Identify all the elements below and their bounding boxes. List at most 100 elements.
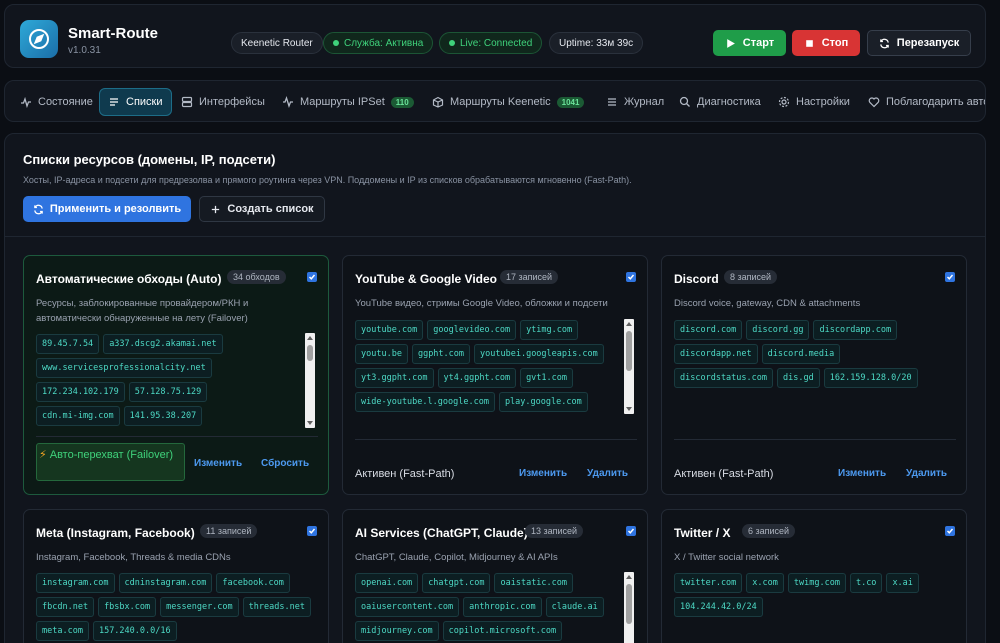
edit-link[interactable]: Изменить — [519, 468, 567, 479]
count-badge: 11 записей — [200, 524, 258, 538]
refresh-icon — [879, 38, 889, 48]
list-entry-chip: a337.dscg2.akamai.net — [103, 334, 223, 354]
chip-list: openai.com chatgpt.com oaistatic.com oai… — [355, 573, 617, 641]
list-card-youtube: YouTube & Google Video 17 записей YouTub… — [342, 255, 648, 495]
list-entry-chip: discord.gg — [746, 320, 810, 340]
stop-button[interactable]: Стоп — [792, 30, 860, 56]
card-title: Discord — [674, 272, 719, 286]
card-title: Twitter / X — [674, 526, 731, 540]
count-badge: 34 обходов — [227, 270, 286, 284]
list-entry-chip: discord.com — [674, 320, 743, 340]
list-entry-chip: gvt1.com — [520, 368, 574, 388]
enable-checkbox[interactable] — [307, 526, 317, 536]
card-title: Meta (Instagram, Facebook) — [36, 526, 195, 540]
scroll-down-arrow[interactable] — [307, 421, 313, 425]
scroll-up-arrow[interactable] — [626, 322, 632, 326]
tab-thanks-author[interactable]: Поблагодарить автор — [863, 88, 985, 116]
check-icon — [308, 274, 316, 280]
start-button[interactable]: Старт — [713, 30, 786, 56]
list-entry-chip: facebook.com — [216, 573, 290, 593]
list-entry-chip: meta.com — [36, 621, 89, 641]
list-entry-chip: oaistatic.com — [494, 573, 574, 593]
list-entry-chip: chatgpt.com — [422, 573, 491, 593]
section-description: Хосты, IP-адреса и подсети для предрезол… — [23, 175, 632, 185]
activity-icon — [21, 96, 31, 108]
list-entry-chip: twitter.com — [674, 573, 743, 593]
status-dot — [333, 40, 339, 46]
enable-checkbox[interactable] — [626, 272, 636, 282]
create-list-button[interactable]: Создать список — [199, 196, 325, 222]
scroll-thumb[interactable] — [626, 584, 632, 624]
enable-checkbox[interactable] — [626, 526, 636, 536]
enable-checkbox[interactable] — [307, 272, 317, 282]
plus-icon — [212, 205, 220, 213]
list-entry-chip: googlevideo.com — [427, 320, 517, 340]
tab-ipset-routes[interactable]: Маршруты IPSet 110 — [277, 88, 419, 116]
status-dot — [449, 40, 455, 46]
list-entry-chip: wide-youtube.l.google.com — [355, 392, 495, 412]
restart-button[interactable]: Перезапуск — [867, 30, 971, 56]
uptime-badge: Uptime: 33м 39с — [549, 32, 644, 54]
chip-list-scrollbar[interactable] — [305, 333, 315, 428]
create-label: Создать список — [227, 203, 314, 215]
play-icon — [726, 38, 735, 48]
live-status-text: Live: Connected — [460, 37, 533, 49]
scroll-thumb[interactable] — [626, 331, 632, 371]
apply-resolve-button[interactable]: Применить и резолвить — [23, 196, 191, 222]
tab-status[interactable]: Состояние — [15, 88, 98, 116]
list-status: Активен (Fast-Path) — [355, 468, 455, 480]
stop-icon — [805, 39, 813, 47]
list-entry-chip: x.com — [746, 573, 784, 593]
description-line: автоматически обнаруженные на лету (Fail… — [36, 313, 248, 324]
tab-keenetic-routes[interactable]: Маршруты Keenetic 1041 — [427, 88, 589, 116]
card-description: Instagram, Facebook, Threads & media CDN… — [36, 550, 231, 565]
compass-icon — [29, 29, 49, 49]
tab-lists[interactable]: Списки — [99, 88, 172, 116]
list-entry-chip: yt4.ggpht.com — [437, 368, 517, 388]
tab-label: Маршруты IPSet — [300, 96, 385, 108]
card-title: YouTube & Google Video — [355, 272, 498, 286]
list-entry-chip: 172.234.102.179 — [36, 382, 125, 402]
delete-link[interactable]: Удалить — [587, 468, 628, 479]
service-status-text: Служба: Активна — [344, 37, 424, 49]
count-badge: 6 записей — [742, 524, 796, 538]
tab-diagnostics[interactable]: Диагностика — [674, 88, 766, 116]
tab-log[interactable]: Журнал — [601, 88, 669, 116]
card-title: AI Services (ChatGPT, Claude) — [355, 526, 528, 540]
chip-list-scrollbar[interactable] — [624, 572, 634, 643]
router-badge: Keenetic Router — [231, 32, 323, 54]
check-icon — [627, 528, 635, 534]
reset-link[interactable]: Сбросить — [261, 458, 309, 469]
card-divider — [674, 439, 956, 440]
check-icon — [627, 274, 635, 280]
app-header: Smart-Route v1.0.31 Keenetic Router Служ… — [4, 4, 986, 68]
list-entry-chip: ytimg.com — [520, 320, 579, 340]
card-divider — [355, 439, 637, 440]
list-entry-chip: 162.159.128.0/20 — [823, 368, 918, 388]
scroll-thumb[interactable] — [307, 345, 313, 361]
enable-checkbox[interactable] — [945, 272, 955, 282]
delete-link[interactable]: Удалить — [906, 468, 947, 479]
list-entry-chip: www.servicesprofessionalcity.net — [36, 358, 212, 378]
list-entry-chip: 89.45.7.54 — [36, 334, 100, 354]
tab-settings[interactable]: Настройки — [773, 88, 855, 116]
list-card-auto: Автоматические обходы (Auto) 34 обходов … — [23, 255, 329, 495]
list-card-twitter: Twitter / X 6 записей X / Twitter social… — [661, 509, 967, 643]
edit-link[interactable]: Изменить — [838, 468, 886, 479]
list-entry-chip: discordapp.net — [674, 344, 758, 364]
list-entry-chip: fbsbx.com — [98, 597, 157, 617]
enable-checkbox[interactable] — [945, 526, 955, 536]
count-badge: 17 записей — [500, 270, 559, 284]
scroll-down-arrow[interactable] — [626, 407, 632, 411]
chip-list-scrollbar[interactable] — [624, 319, 634, 414]
list-status: Активен (Fast-Path) — [674, 468, 774, 480]
keenetic-count-badge: 1041 — [556, 96, 585, 108]
count-badge: 13 записей — [525, 524, 584, 538]
chip-list: instagram.com cdninstagram.com facebook.… — [36, 573, 311, 641]
scroll-up-arrow[interactable] — [307, 336, 313, 340]
list-entry-chip: play.google.com — [498, 392, 588, 412]
edit-link[interactable]: Изменить — [194, 458, 242, 469]
scroll-up-arrow[interactable] — [626, 575, 632, 579]
tab-interfaces[interactable]: Интерфейсы — [176, 88, 270, 116]
list-card-meta: Meta (Instagram, Facebook) 11 записей In… — [23, 509, 329, 643]
